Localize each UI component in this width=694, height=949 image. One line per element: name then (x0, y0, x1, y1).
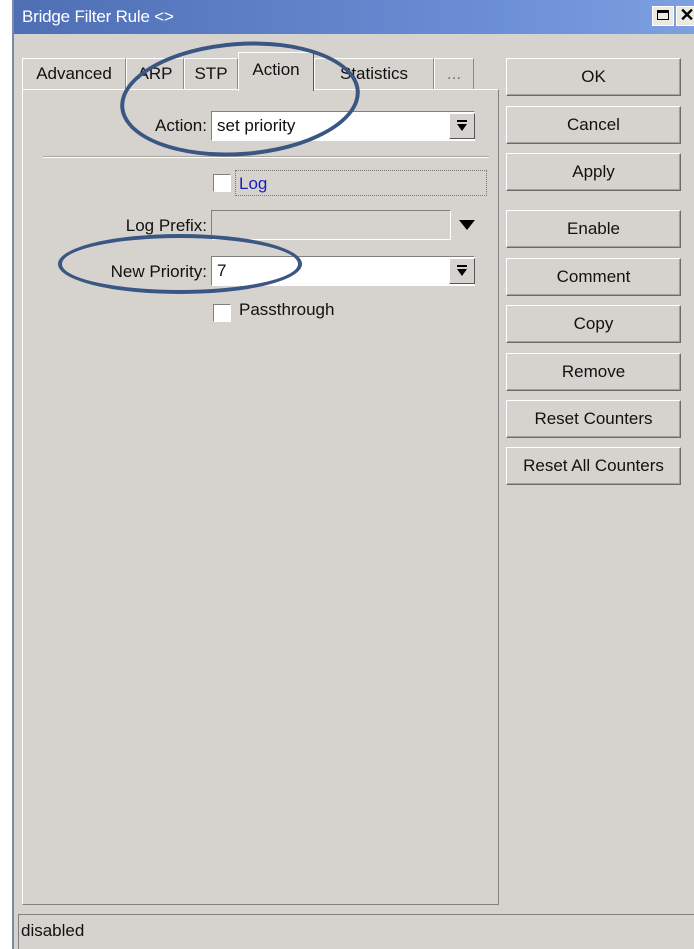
enable-button[interactable]: Enable (506, 210, 681, 248)
new-priority-input[interactable]: 7 (211, 256, 475, 286)
bridge-filter-rule-window: Bridge Filter Rule <> ✕ Advanced ARP STP… (12, 0, 694, 949)
tab-label: Action (252, 60, 300, 79)
action-dropdown-button[interactable] (449, 113, 475, 139)
window-title: Bridge Filter Rule <> (22, 7, 174, 26)
passthrough-label[interactable]: Passthrough (239, 300, 334, 320)
passthrough-checkbox[interactable] (213, 304, 231, 322)
tab-label: STP (194, 64, 228, 83)
tab-advanced[interactable]: Advanced (22, 58, 126, 90)
close-icon[interactable]: ✕ (676, 6, 694, 26)
apply-button[interactable]: Apply (506, 153, 681, 191)
tab-strip: Advanced ARP STP Action Statistics ... (22, 52, 492, 91)
log-checkbox[interactable] (213, 174, 231, 192)
maximize-icon[interactable] (652, 6, 674, 26)
dropdown-bar-icon (457, 265, 467, 267)
tab-action[interactable]: Action (238, 52, 314, 91)
chevron-down-icon (457, 269, 467, 276)
status-bar: disabled (18, 914, 694, 949)
cancel-button[interactable]: Cancel (506, 106, 681, 144)
ok-button[interactable]: OK (506, 58, 681, 96)
action-select[interactable]: set priority (211, 111, 475, 141)
remove-button[interactable]: Remove (506, 353, 681, 391)
title-bar[interactable]: Bridge Filter Rule <> ✕ (14, 0, 694, 34)
log-focus-box (235, 170, 487, 196)
chevron-down-icon (457, 124, 467, 131)
copy-button[interactable]: Copy (506, 305, 681, 343)
log-prefix-dropdown-icon[interactable] (459, 220, 475, 230)
new-priority-dropdown-button[interactable] (449, 258, 475, 284)
tab-more[interactable]: ... (434, 58, 474, 90)
log-label[interactable]: Log (239, 174, 267, 194)
new-priority-label: New Priority: (110, 262, 207, 281)
reset-all-counters-button[interactable]: Reset All Counters (506, 447, 681, 485)
tab-label: Advanced (36, 64, 112, 83)
tab-label: ... (446, 64, 462, 83)
action-label: Action: (155, 116, 207, 135)
dropdown-bar-icon (457, 120, 467, 122)
separator (43, 156, 489, 158)
action-tab-panel: Action: set priority Log Log Prefix: New… (22, 89, 499, 905)
tab-label: Statistics (339, 64, 409, 83)
log-prefix-label: Log Prefix: (125, 216, 207, 235)
tab-arp[interactable]: ARP (126, 58, 184, 90)
comment-button[interactable]: Comment (506, 258, 681, 296)
tab-stp[interactable]: STP (184, 58, 238, 90)
log-prefix-input[interactable] (211, 210, 451, 240)
tab-label: ARP (137, 64, 173, 83)
reset-counters-button[interactable]: Reset Counters (506, 400, 681, 438)
tab-statistics[interactable]: Statistics (314, 58, 434, 90)
